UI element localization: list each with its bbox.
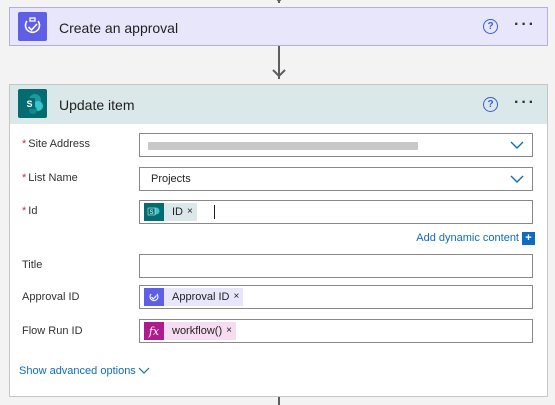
approval-help-icon[interactable]: ? bbox=[483, 19, 498, 34]
approval-card-title: Create an approval bbox=[59, 20, 179, 36]
approval-token-icon bbox=[144, 288, 164, 306]
arrow-down-icon bbox=[272, 69, 286, 78]
required-marker: * bbox=[22, 205, 27, 217]
title-input[interactable] bbox=[139, 254, 533, 278]
add-dynamic-content-link[interactable]: Add dynamic content bbox=[416, 232, 519, 244]
id-label-text: Id bbox=[28, 205, 38, 217]
approval-id-dynamic-token[interactable]: Approval ID × bbox=[144, 288, 244, 306]
id-input[interactable]: S ID × bbox=[139, 200, 533, 224]
svg-text:S: S bbox=[26, 99, 32, 109]
required-marker: * bbox=[22, 138, 27, 150]
arrow-top-icon bbox=[276, 0, 282, 3]
svg-text:S: S bbox=[149, 210, 153, 216]
text-caret bbox=[214, 205, 215, 219]
update-item-card: S Update item ? ··· * Site Address * List … bbox=[9, 84, 548, 397]
sharepoint-token-icon: S bbox=[144, 203, 164, 221]
approval-icon bbox=[18, 12, 47, 41]
chevron-down-icon[interactable] bbox=[510, 138, 524, 152]
id-token-remove-button[interactable]: × bbox=[187, 203, 197, 221]
approval-action-card[interactable]: Create an approval ? ··· bbox=[9, 7, 548, 46]
update-item-header[interactable]: S Update item ? ··· bbox=[10, 85, 547, 124]
redacted-site-address bbox=[148, 142, 418, 150]
chevron-down-icon[interactable] bbox=[510, 172, 524, 186]
flow-run-id-expression-token[interactable]: fx workflow() × bbox=[144, 322, 236, 340]
required-marker: * bbox=[22, 172, 27, 184]
approval-more-options-icon[interactable]: ··· bbox=[514, 16, 536, 34]
update-item-title: Update item bbox=[59, 97, 135, 113]
site-address-dropdown[interactable] bbox=[139, 133, 533, 157]
add-dynamic-content-plus-icon[interactable]: + bbox=[522, 232, 535, 245]
site-address-label-text: Site Address bbox=[28, 138, 91, 150]
flow-run-id-token-label: workflow() bbox=[164, 322, 227, 340]
sharepoint-icon: S bbox=[18, 89, 47, 118]
flow-run-id-input[interactable]: fx workflow() × bbox=[139, 319, 533, 343]
connector-bottom bbox=[278, 397, 280, 405]
list-name-dropdown[interactable]: Projects bbox=[139, 167, 533, 191]
title-label: Title bbox=[22, 259, 43, 271]
approval-id-token-label: Approval ID bbox=[164, 288, 234, 306]
id-label: * Id bbox=[22, 205, 37, 217]
flow-run-id-label: Flow Run ID bbox=[22, 325, 83, 337]
id-dynamic-token[interactable]: S ID × bbox=[144, 203, 197, 221]
id-token-label: ID bbox=[164, 203, 187, 221]
list-name-label: * List Name bbox=[22, 172, 78, 184]
site-address-label: * Site Address bbox=[22, 138, 90, 150]
list-name-label-text: List Name bbox=[28, 172, 78, 184]
update-more-options-icon[interactable]: ··· bbox=[514, 94, 536, 112]
list-name-value: Projects bbox=[151, 173, 191, 185]
update-help-icon[interactable]: ? bbox=[483, 97, 498, 112]
approval-id-token-remove-button[interactable]: × bbox=[233, 288, 244, 306]
show-advanced-options-link[interactable]: Show advanced options bbox=[19, 365, 136, 377]
approval-id-input[interactable]: Approval ID × bbox=[139, 285, 533, 309]
approval-id-label: Approval ID bbox=[22, 291, 80, 303]
chevron-down-icon[interactable] bbox=[138, 365, 150, 377]
fx-icon: fx bbox=[144, 322, 164, 340]
flow-run-id-token-remove-button[interactable]: × bbox=[226, 322, 236, 340]
